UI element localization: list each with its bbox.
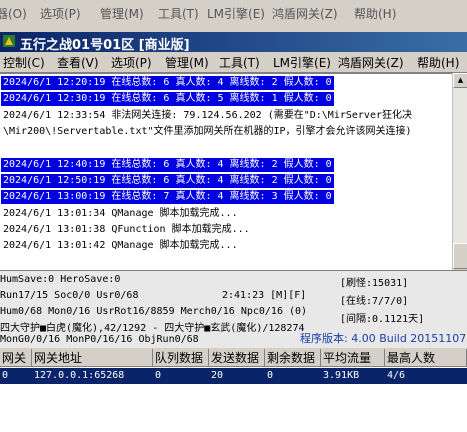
gateway-table[interactable]: 网关 网关地址 队列数据 发送数据 剩余数据 平均流量 最高人数 0 127.0… bbox=[0, 349, 467, 432]
menu-lm-engine[interactable]: LM引擎(E) bbox=[273, 54, 331, 71]
log-panel[interactable]: 2024/6/1 12:20:19 在线总数: 6 真人数: 4 离线数: 2 … bbox=[0, 73, 452, 270]
column-header[interactable]: 队列数据 bbox=[153, 349, 209, 367]
column-header[interactable]: 最高人数 bbox=[385, 349, 467, 367]
bg-menu-item: 器(O) bbox=[0, 7, 27, 21]
scroll-up-arrow-icon[interactable]: ▲ bbox=[453, 73, 467, 88]
menu-gateway-shield[interactable]: 鸿盾网关(Z) bbox=[338, 54, 404, 71]
bg-menu-item: 鸿盾网关(Z) bbox=[272, 7, 338, 21]
bg-menu-item: 帮助(H) bbox=[354, 7, 397, 21]
cell-queue: 0 bbox=[155, 370, 162, 381]
column-header[interactable]: 剩余数据 bbox=[265, 349, 321, 367]
cell-max-users: 4/6 bbox=[387, 370, 406, 381]
menu-bar: 控制(C) 查看(V) 选项(P) 管理(M) 工具(T) LM引擎(E) 鸿盾… bbox=[0, 52, 467, 73]
online-counter: [在线:7/7/0] bbox=[340, 296, 409, 307]
table-row[interactable]: 0 127.0.0.1:65268 0 20 0 3.91KB 4/6 bbox=[0, 368, 467, 384]
menu-help[interactable]: 帮助(H) bbox=[417, 54, 459, 71]
time-status: 2:41:23 [M][F] bbox=[222, 290, 307, 301]
bg-menu-item: LM引擎(E) bbox=[207, 7, 265, 21]
map-status: 四大守护■白虎(魔化),42/1292 - 四大守护■玄武(魔化)/128274 bbox=[0, 323, 305, 334]
column-header[interactable]: 网关地址 bbox=[32, 349, 153, 367]
scroll-thumb[interactable] bbox=[453, 243, 467, 269]
refresh-counter: [刷怪:15031] bbox=[340, 278, 409, 289]
menu-control[interactable]: 控制(C) bbox=[3, 54, 45, 71]
window-title-bar[interactable]: 五行之战01号01区 [商业版] bbox=[0, 32, 467, 53]
divider bbox=[0, 270, 467, 271]
log-line: 2024/6/1 12:30:19 在线总数: 6 真人数: 5 离线数: 1 … bbox=[1, 92, 334, 106]
log-line: 2024/6/1 12:40:19 在线总数: 6 真人数: 4 离线数: 2 … bbox=[1, 158, 334, 172]
cell-gateway: 0 bbox=[2, 370, 9, 381]
hum-status: Hum0/68 Mon0/16 UsrRot16/8859 Merch0/16 … bbox=[0, 306, 308, 317]
log-line: 2024/6/1 13:01:42 QManage 脚本加载完成... bbox=[3, 240, 238, 251]
cell-remaining: 0 bbox=[267, 370, 274, 381]
background-window-menubar: 器(O) 选项(P) 管理(M) 工具(T) LM引擎(E) 鸿盾网关(Z) 帮… bbox=[0, 0, 467, 30]
interval-counter: [间隔:0.1121天] bbox=[340, 314, 425, 325]
menu-view[interactable]: 查看(V) bbox=[57, 54, 99, 71]
menu-tools[interactable]: 工具(T) bbox=[219, 54, 260, 71]
menu-options[interactable]: 选项(P) bbox=[111, 54, 152, 71]
cell-avg-traffic: 3.91KB bbox=[323, 370, 360, 381]
column-header[interactable]: 网关 bbox=[0, 349, 32, 367]
log-line: 2024/6/1 13:01:34 QManage 脚本加载完成... bbox=[3, 208, 238, 219]
log-line: 2024/6/1 12:50:19 在线总数: 6 真人数: 4 离线数: 2 … bbox=[1, 174, 334, 188]
cell-sent: 20 bbox=[211, 370, 224, 381]
save-status: HumSave:0 HeroSave:0 bbox=[0, 274, 121, 285]
app-icon bbox=[3, 35, 15, 47]
log-line: 2024/6/1 13:01:38 QFunction 脚本加载完成... bbox=[3, 224, 250, 235]
bg-menu-item: 选项(P) bbox=[40, 7, 81, 21]
log-line: 2024/6/1 12:33:54 非法网关连接: 79.124.56.202 … bbox=[3, 110, 412, 137]
mon-status: MonG0/0/16 MonP0/16/16 ObjRun0/68 bbox=[0, 334, 199, 345]
menu-manage[interactable]: 管理(M) bbox=[165, 54, 209, 71]
column-header[interactable]: 发送数据 bbox=[209, 349, 265, 367]
bg-menu-item: 管理(M) bbox=[100, 7, 144, 21]
log-line: 2024/6/1 13:00:19 在线总数: 7 真人数: 4 离线数: 3 … bbox=[1, 190, 334, 204]
version-label: 程序版本: 4.00 Build 20151107 bbox=[300, 332, 467, 345]
status-panel: HumSave:0 HeroSave:0 Run17/15 Soc0/0 Usr… bbox=[0, 270, 467, 348]
log-line: 2024/6/1 12:20:19 在线总数: 6 真人数: 4 离线数: 2 … bbox=[1, 76, 334, 90]
table-header: 网关 网关地址 队列数据 发送数据 剩余数据 平均流量 最高人数 bbox=[0, 349, 467, 367]
window-title: 五行之战01号01区 [商业版] bbox=[20, 38, 190, 53]
column-header[interactable]: 平均流量 bbox=[321, 349, 385, 367]
cell-address: 127.0.0.1:65268 bbox=[34, 370, 125, 381]
bg-menu-item: 工具(T) bbox=[158, 7, 199, 21]
run-status: Run17/15 Soc0/0 Usr0/68 bbox=[0, 290, 139, 301]
log-scrollbar[interactable]: ▲ bbox=[452, 73, 467, 269]
